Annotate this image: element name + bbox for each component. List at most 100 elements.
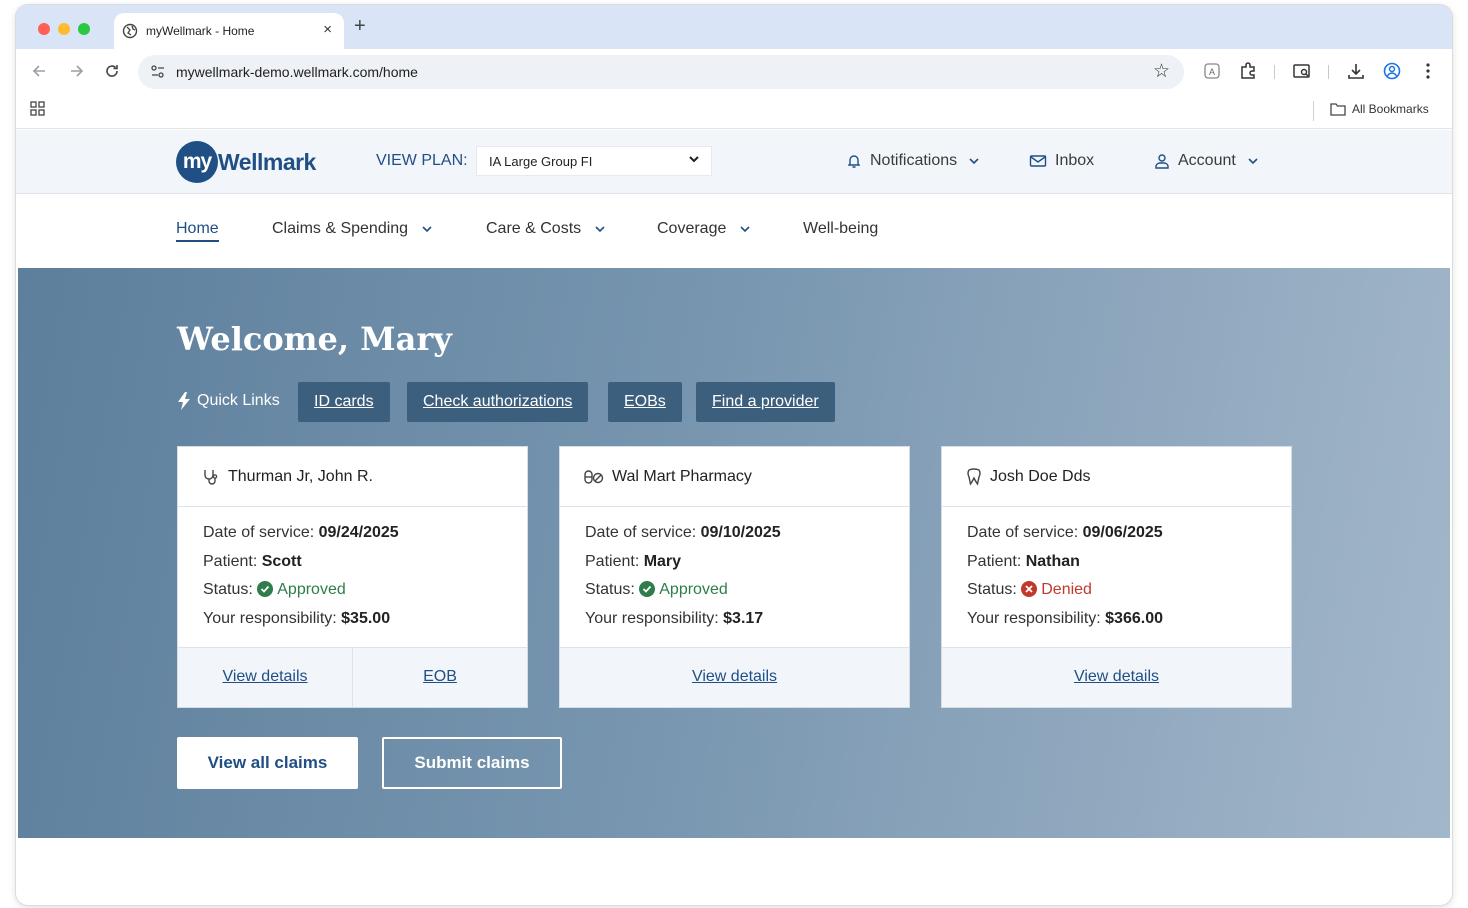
view-all-claims-button[interactable]: View all claims [177, 737, 358, 789]
address-bar[interactable]: mywellmark-demo.wellmark.com/home ☆ [138, 55, 1184, 89]
plan-select[interactable]: IA Large Group FI [476, 146, 712, 176]
tab-title: myWellmark - Home [146, 24, 255, 38]
quick-link-find-provider[interactable]: Find a provider [696, 382, 835, 422]
nav-claims-spending[interactable]: Claims & Spending [272, 220, 434, 238]
notifications-label: Notifications [870, 152, 958, 169]
nav-home[interactable]: Home [176, 220, 219, 242]
quick-link-id-cards[interactable]: ID cards [298, 382, 390, 422]
hero-section: Welcome, Mary Quick Links ID cards Check… [18, 268, 1450, 838]
claim-details: Date of service: 09/24/2025 Patient: Sco… [203, 524, 399, 638]
status-label: Status: [203, 581, 258, 598]
patient-value: Scott [261, 552, 302, 570]
patient-label: Patient: [585, 552, 644, 570]
claim-card: Josh Doe Dds Date of service: 09/06/2025… [941, 446, 1292, 708]
claim-provider: Josh Doe Dds [990, 467, 1091, 485]
claim-card: Wal Mart Pharmacy Date of service: 09/10… [559, 446, 910, 708]
maximize-window-button[interactable] [78, 23, 90, 35]
more-icon[interactable] [1418, 61, 1438, 81]
bookmarks-bar: All Bookmarks [16, 93, 1452, 129]
new-tab-button[interactable]: + [354, 15, 366, 38]
claim-card-header: Wal Mart Pharmacy [560, 447, 909, 507]
responsibility-label: Your responsibility: [967, 609, 1106, 627]
nav-care-costs[interactable]: Care & Costs [486, 220, 607, 238]
claim-card: Thurman Jr, John R. Date of service: 09/… [177, 446, 528, 708]
mail-icon [1029, 155, 1047, 167]
date-value: 09/24/2025 [318, 524, 399, 541]
lightning-icon [178, 392, 190, 410]
primary-nav: Home Claims & Spending Care & Costs Cove… [16, 194, 1452, 268]
close-window-button[interactable] [38, 23, 50, 35]
browser-tab[interactable]: myWellmark - Home × [114, 13, 344, 49]
quick-links-text: Quick Links [197, 392, 280, 409]
site-settings-icon[interactable] [150, 64, 166, 80]
tab-strip: myWellmark - Home × + [16, 5, 1452, 49]
claim-provider: Thurman Jr, John R. [228, 467, 373, 485]
nav-care-label: Care & Costs [486, 220, 582, 237]
apps-icon[interactable] [30, 101, 46, 117]
toolbar-divider [1328, 65, 1329, 79]
date-label: Date of service: [585, 524, 701, 541]
chevron-down-icon [595, 226, 605, 233]
nav-coverage[interactable]: Coverage [657, 220, 752, 238]
tooth-icon [967, 467, 981, 486]
patient-value: Mary [643, 552, 682, 570]
patient-label: Patient: [203, 552, 262, 570]
browser-window: myWellmark - Home × + mywellmark-demo.we… [16, 5, 1452, 905]
check-circle-icon [639, 581, 656, 597]
chevron-down-icon [1248, 158, 1258, 165]
download-icon[interactable] [1346, 61, 1366, 81]
eob-link[interactable]: EOB [352, 648, 527, 707]
chevron-down-icon [740, 226, 750, 233]
claim-provider: Wal Mart Pharmacy [612, 467, 752, 485]
tab-search-icon[interactable] [1292, 61, 1312, 81]
account-label: Account [1178, 152, 1236, 169]
date-value: 09/06/2025 [1082, 524, 1163, 541]
quick-link-check-authorizations[interactable]: Check authorizations [407, 382, 589, 422]
notifications-menu[interactable]: Notifications [846, 152, 981, 170]
welcome-heading: Welcome, Mary [177, 320, 452, 358]
nav-well-being[interactable]: Well-being [803, 220, 878, 238]
status-value: Approved [659, 581, 728, 598]
minimize-window-button[interactable] [58, 23, 70, 35]
bookmarks-divider [1313, 101, 1314, 121]
responsibility-label: Your responsibility: [585, 609, 724, 627]
forward-icon[interactable] [66, 61, 86, 81]
translate-icon[interactable]: A [1202, 61, 1222, 81]
inbox-label: Inbox [1055, 152, 1095, 169]
x-circle-icon [1021, 581, 1038, 597]
claim-card-header: Thurman Jr, John R. [178, 447, 527, 507]
extensions-icon[interactable] [1238, 61, 1258, 81]
status-label: Status: [585, 581, 640, 598]
status-label: Status: [967, 581, 1022, 598]
reload-icon[interactable] [102, 61, 122, 81]
quick-link-eobs[interactable]: EOBs [608, 382, 682, 422]
view-plan-label: VIEW PLAN: [376, 152, 468, 169]
svg-text:A: A [1209, 67, 1215, 77]
view-details-link[interactable]: View details [942, 648, 1291, 707]
all-bookmarks-button[interactable]: All Bookmarks [1330, 102, 1429, 116]
plan-select-value: IA Large Group FI [489, 154, 593, 169]
tab-close-button[interactable]: × [323, 21, 332, 38]
chevron-down-icon [422, 226, 432, 233]
claim-card-header: Josh Doe Dds [942, 447, 1291, 507]
all-bookmarks-label: All Bookmarks [1352, 102, 1429, 116]
browser-toolbar: mywellmark-demo.wellmark.com/home ☆ A [16, 49, 1452, 93]
submit-claims-button[interactable]: Submit claims [382, 737, 562, 789]
inbox-link[interactable]: Inbox [1029, 152, 1094, 170]
wellmark-logo[interactable]: my Wellmark [176, 140, 316, 184]
folder-icon [1330, 103, 1346, 116]
nav-home-label: Home [176, 220, 219, 237]
patient-value: Nathan [1025, 552, 1080, 570]
back-icon[interactable] [30, 61, 50, 81]
quick-links-label: Quick Links [177, 392, 280, 410]
toolbar-divider [1274, 65, 1275, 79]
account-menu[interactable]: Account [1154, 152, 1260, 170]
view-details-link[interactable]: View details [560, 648, 909, 707]
claim-details: Date of service: 09/10/2025 Patient: Mar… [585, 524, 781, 638]
date-label: Date of service: [203, 524, 319, 541]
date-label: Date of service: [967, 524, 1083, 541]
profile-icon[interactable] [1382, 61, 1402, 81]
view-details-link[interactable]: View details [178, 648, 352, 707]
claim-card-footer: View details [560, 647, 909, 707]
star-icon[interactable]: ☆ [1153, 60, 1170, 83]
